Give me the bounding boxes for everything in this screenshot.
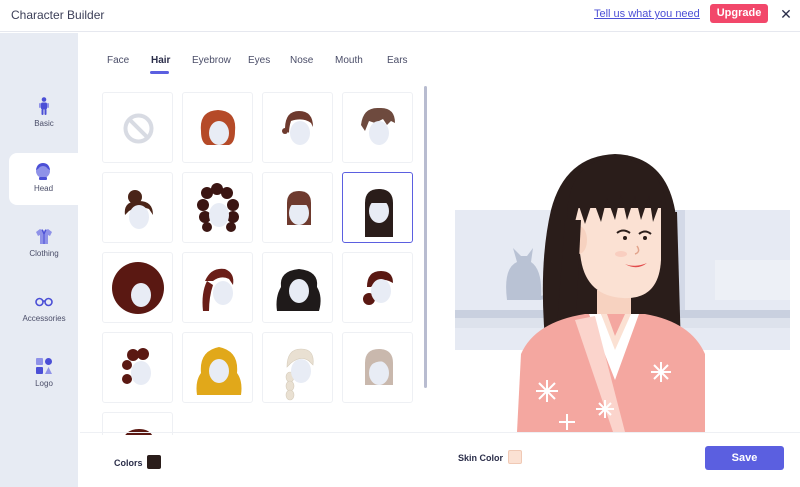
head-icon (36, 163, 50, 180)
sidebar-item-accessories[interactable]: Accessories (10, 283, 78, 335)
sidebar-item-label: Logo (35, 379, 53, 388)
hair-short-curly-icon (122, 348, 151, 385)
hair-messy-short-icon (361, 107, 395, 145)
sidebar-item-label: Head (33, 184, 54, 193)
feedback-link[interactable]: Tell us what you need (594, 8, 700, 20)
hair-curly-blonde-icon (196, 347, 242, 395)
footer-divider (80, 432, 800, 433)
hair-bob-bangs-icon (287, 191, 311, 225)
hair-option-short-bob[interactable] (182, 92, 253, 163)
hair-curly-long-icon (197, 183, 239, 232)
sidebar-item-clothing[interactable]: Clothing (10, 218, 78, 270)
hair-option-bob-gray[interactable] (342, 332, 413, 403)
hair-wavy-long-icon (276, 269, 321, 311)
hair-options-grid (102, 92, 418, 435)
hair-pigtail-short-icon (282, 111, 313, 145)
none-icon (123, 113, 154, 144)
body-icon (39, 97, 49, 115)
hair-option-none[interactable] (102, 92, 173, 163)
save-button[interactable]: Save (705, 446, 784, 470)
hair-option-side-bun[interactable] (342, 252, 413, 323)
tab-eyebrow[interactable]: Eyebrow (192, 55, 231, 66)
hair-top-bun-icon (124, 190, 153, 229)
close-icon[interactable]: ✕ (780, 7, 792, 21)
skin-color-swatch[interactable] (508, 450, 522, 464)
tab-eyes[interactable]: Eyes (248, 55, 270, 66)
hair-option-messy-short[interactable] (342, 92, 413, 163)
tab-face[interactable]: Face (107, 55, 129, 66)
hair-option-pigtail-short[interactable] (262, 92, 333, 163)
colors-label: Colors (114, 458, 143, 468)
hair-ponytail-icon (202, 268, 234, 311)
shapes-icon (36, 358, 52, 374)
app-title: Character Builder (11, 8, 105, 22)
category-sidebar: Basic Head Clothing Accessories Logo (0, 33, 78, 487)
hair-bob-gray-icon (365, 349, 393, 385)
tab-hair[interactable]: Hair (151, 55, 170, 66)
character-preview (455, 154, 790, 432)
hair-option-curly-blonde[interactable] (182, 332, 253, 403)
active-tab-indicator (150, 71, 169, 74)
hair-option-bob-bangs[interactable] (262, 172, 333, 243)
hair-option-afro[interactable] (102, 252, 173, 323)
hair-afro-icon (112, 262, 164, 314)
shirt-icon (36, 229, 52, 244)
hair-grid-scrollbar[interactable] (424, 86, 427, 388)
sidebar-item-label: Clothing (29, 249, 59, 258)
hair-option-top-bun[interactable] (102, 172, 173, 243)
tab-ears[interactable]: Ears (387, 55, 408, 66)
hair-option-short-curly[interactable] (102, 332, 173, 403)
sidebar-item-label: Accessories (22, 314, 66, 323)
sidebar-item-basic[interactable]: Basic (10, 88, 78, 140)
sidebar-item-head[interactable]: Head (9, 153, 78, 205)
sidebar-item-logo[interactable]: Logo (10, 348, 78, 400)
hair-option-wavy-long[interactable] (262, 252, 333, 323)
tab-mouth[interactable]: Mouth (335, 55, 363, 66)
hair-option-ponytail[interactable] (182, 252, 253, 323)
hair-option-braid-blonde[interactable] (262, 332, 333, 403)
glasses-icon (35, 297, 53, 307)
skin-color-label: Skin Color (458, 453, 504, 463)
hair-long-straight-bangs-icon (365, 189, 393, 237)
hair-color-swatch[interactable] (147, 455, 161, 469)
upgrade-button[interactable]: Upgrade (710, 4, 768, 23)
header-bar: Character Builder Tell us what you need … (0, 0, 800, 32)
hair-short-bob-icon (200, 110, 236, 145)
hair-option-curly-long[interactable] (182, 172, 253, 243)
hair-braid-blonde-icon (285, 348, 314, 401)
hair-side-bun-icon (363, 271, 393, 305)
tab-nose[interactable]: Nose (290, 55, 313, 66)
hair-option-long-straight-bangs[interactable] (342, 172, 413, 243)
sidebar-item-label: Basic (34, 119, 54, 128)
